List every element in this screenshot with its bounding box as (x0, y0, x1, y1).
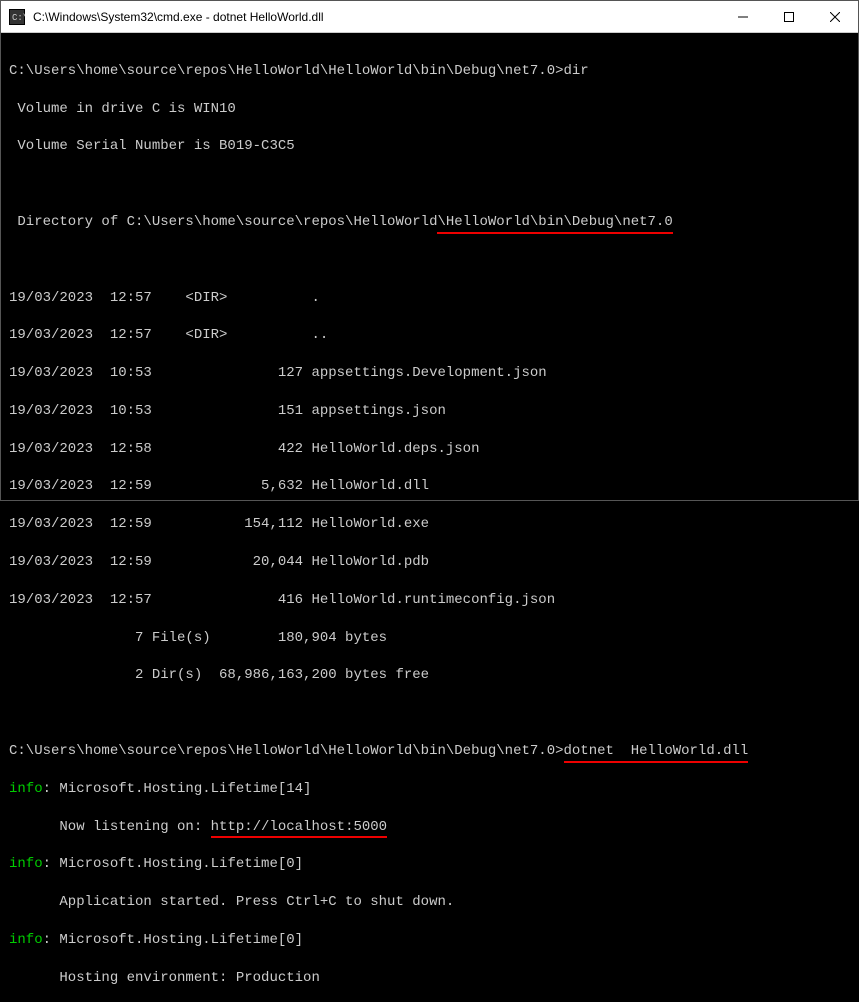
directory-header: Directory of C:\Users\home\source\repos\… (9, 213, 850, 232)
prompt-line-2: C:\Users\home\source\repos\HelloWorld\He… (9, 742, 850, 761)
file-row: 19/03/2023 12:59 20,044 HelloWorld.pdb (9, 553, 850, 572)
svg-text:C:\: C:\ (12, 13, 25, 23)
summary-files: 7 File(s) 180,904 bytes (9, 629, 850, 648)
log-text: Now listening on: (9, 819, 211, 835)
volume-line-1: Volume in drive C is WIN10 (9, 100, 850, 119)
blank (9, 251, 850, 270)
maximize-button[interactable] (766, 1, 812, 32)
close-button[interactable] (812, 1, 858, 32)
log-line: Application started. Press Ctrl+C to shu… (9, 893, 850, 912)
dir-highlight: \HelloWorld\bin\Debug\net7.0 (437, 213, 672, 232)
title-buttons (720, 1, 858, 32)
summary-dirs: 2 Dir(s) 68,986,163,200 bytes free (9, 666, 850, 685)
titlebar[interactable]: C:\ C:\Windows\System32\cmd.exe - dotnet… (1, 1, 858, 33)
file-row: 19/03/2023 12:59 5,632 HelloWorld.dll (9, 477, 850, 496)
log-source: : Microsoft.Hosting.Lifetime[0] (43, 856, 303, 872)
cmd-icon: C:\ (9, 9, 25, 25)
log-line: info: Microsoft.Hosting.Lifetime[0] (9, 855, 850, 874)
blank (9, 704, 850, 723)
file-row: 19/03/2023 12:57 416 HelloWorld.runtimec… (9, 591, 850, 610)
log-source: : Microsoft.Hosting.Lifetime[0] (43, 932, 303, 948)
blank (9, 175, 850, 194)
info-label: info (9, 856, 43, 872)
minimize-button[interactable] (720, 1, 766, 32)
log-line: info: Microsoft.Hosting.Lifetime[0] (9, 931, 850, 950)
log-line: Hosting environment: Production (9, 969, 850, 988)
log-source: : Microsoft.Hosting.Lifetime[14] (43, 781, 312, 797)
log-line: Now listening on: http://localhost:5000 (9, 818, 850, 837)
info-label: info (9, 781, 43, 797)
file-row: 19/03/2023 12:57 <DIR> . (9, 289, 850, 308)
prompt-path: C:\Users\home\source\repos\HelloWorld\He… (9, 743, 564, 759)
cmd-window: C:\ C:\Windows\System32\cmd.exe - dotnet… (0, 0, 859, 501)
command-dir: dir (564, 63, 589, 79)
log-line: info: Microsoft.Hosting.Lifetime[14] (9, 780, 850, 799)
terminal-output[interactable]: C:\Users\home\source\repos\HelloWorld\He… (1, 33, 858, 1002)
prompt-path: C:\Users\home\source\repos\HelloWorld\He… (9, 63, 564, 79)
volume-line-2: Volume Serial Number is B019-C3C5 (9, 137, 850, 156)
command-dotnet: dotnet HelloWorld.dll (564, 742, 749, 761)
listening-url: http://localhost:5000 (211, 818, 387, 837)
info-label: info (9, 932, 43, 948)
file-row: 19/03/2023 12:59 154,112 HelloWorld.exe (9, 515, 850, 534)
window-title: C:\Windows\System32\cmd.exe - dotnet Hel… (33, 10, 720, 24)
file-row: 19/03/2023 12:57 <DIR> .. (9, 326, 850, 345)
prompt-line-1: C:\Users\home\source\repos\HelloWorld\He… (9, 62, 850, 81)
file-row: 19/03/2023 10:53 127 appsettings.Develop… (9, 364, 850, 383)
file-row: 19/03/2023 12:58 422 HelloWorld.deps.jso… (9, 440, 850, 459)
file-row: 19/03/2023 10:53 151 appsettings.json (9, 402, 850, 421)
dir-prefix: Directory of C:\Users\home\source\repos\… (9, 214, 437, 230)
